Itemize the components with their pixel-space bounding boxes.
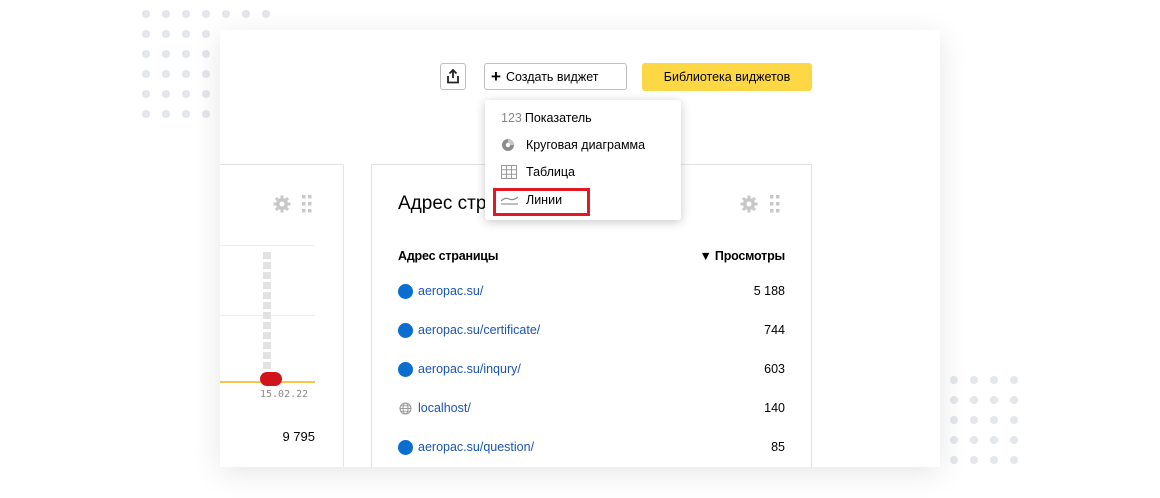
table-row: aeropac.su/certificate/ 744 bbox=[398, 319, 785, 341]
table-row: aeropac.su/inqury/ 603 bbox=[398, 358, 785, 380]
share-button[interactable] bbox=[440, 63, 466, 90]
menu-item-label: Показатель bbox=[524, 111, 592, 125]
menu-item-pie-chart[interactable]: Круговая диаграмма bbox=[501, 135, 645, 155]
globe-icon bbox=[398, 401, 413, 416]
total-value: 9 795 bbox=[282, 429, 315, 444]
page-link[interactable]: aeropac.su/ bbox=[418, 284, 483, 298]
plus-icon: + bbox=[491, 67, 501, 86]
menu-item-label: Круговая диаграмма bbox=[526, 138, 646, 152]
drag-handle-icon[interactable] bbox=[302, 195, 312, 213]
site-favicon-icon bbox=[398, 322, 413, 338]
page-link[interactable]: aeropac.su/question/ bbox=[418, 440, 534, 454]
menu-item-lines[interactable]: Линии bbox=[501, 190, 562, 210]
create-widget-button[interactable]: + Создать виджет bbox=[484, 63, 627, 90]
views-value: 85 bbox=[771, 440, 785, 454]
column-header-page[interactable]: Адрес страницы bbox=[398, 249, 498, 263]
page-link[interactable]: localhost/ bbox=[418, 401, 471, 415]
menu-item-table[interactable]: Таблица bbox=[501, 162, 575, 182]
site-favicon-icon bbox=[398, 439, 413, 455]
gear-icon[interactable] bbox=[740, 195, 758, 213]
chart-hover-column bbox=[263, 252, 271, 370]
gear-icon[interactable] bbox=[273, 195, 291, 213]
create-widget-label: Создать виджет bbox=[505, 69, 599, 84]
chart-date-label: 15.02.22 bbox=[260, 389, 309, 400]
create-widget-dropdown: 123 Показатель Круговая диаграмма Таблиц… bbox=[485, 100, 681, 220]
site-favicon-icon bbox=[398, 361, 413, 377]
drag-handle-icon[interactable] bbox=[770, 195, 780, 213]
dashboard-screenshot: + Создать виджет Библиотека виджетов 15.… bbox=[220, 30, 940, 467]
column-header-views[interactable]: ▼ Просмотры bbox=[699, 249, 785, 263]
share-icon bbox=[447, 69, 459, 84]
widget-title: Адрес стр bbox=[398, 193, 487, 214]
table-row: aeropac.su/question/ 85 bbox=[398, 436, 785, 458]
page-link[interactable]: aeropac.su/inqury/ bbox=[418, 362, 521, 376]
widget-library-label: Библиотека виджетов bbox=[663, 70, 791, 84]
chart-gridline bbox=[220, 245, 315, 246]
table-row: localhost/ 140 bbox=[398, 397, 785, 419]
views-value: 5 188 bbox=[753, 284, 785, 298]
views-value: 140 bbox=[764, 401, 785, 415]
number-icon: 123 bbox=[501, 111, 522, 125]
pie-chart-icon bbox=[501, 138, 521, 152]
left-widget: 15.02.22 9 795 bbox=[220, 164, 344, 467]
table-icon bbox=[501, 165, 521, 179]
widget-library-button[interactable]: Библиотека виджетов bbox=[642, 63, 812, 91]
views-value: 603 bbox=[764, 362, 785, 376]
chart-marker[interactable] bbox=[260, 372, 282, 386]
views-value: 744 bbox=[764, 323, 785, 337]
table-row: aeropac.su/ 5 188 bbox=[398, 280, 785, 302]
line-chart-icon bbox=[501, 194, 521, 206]
menu-item-indicator[interactable]: 123 Показатель bbox=[501, 108, 592, 128]
page-link[interactable]: aeropac.su/certificate/ bbox=[418, 323, 540, 337]
menu-item-label: Таблица bbox=[526, 165, 576, 179]
menu-item-label: Линии bbox=[526, 193, 563, 207]
site-favicon-icon bbox=[398, 283, 413, 299]
